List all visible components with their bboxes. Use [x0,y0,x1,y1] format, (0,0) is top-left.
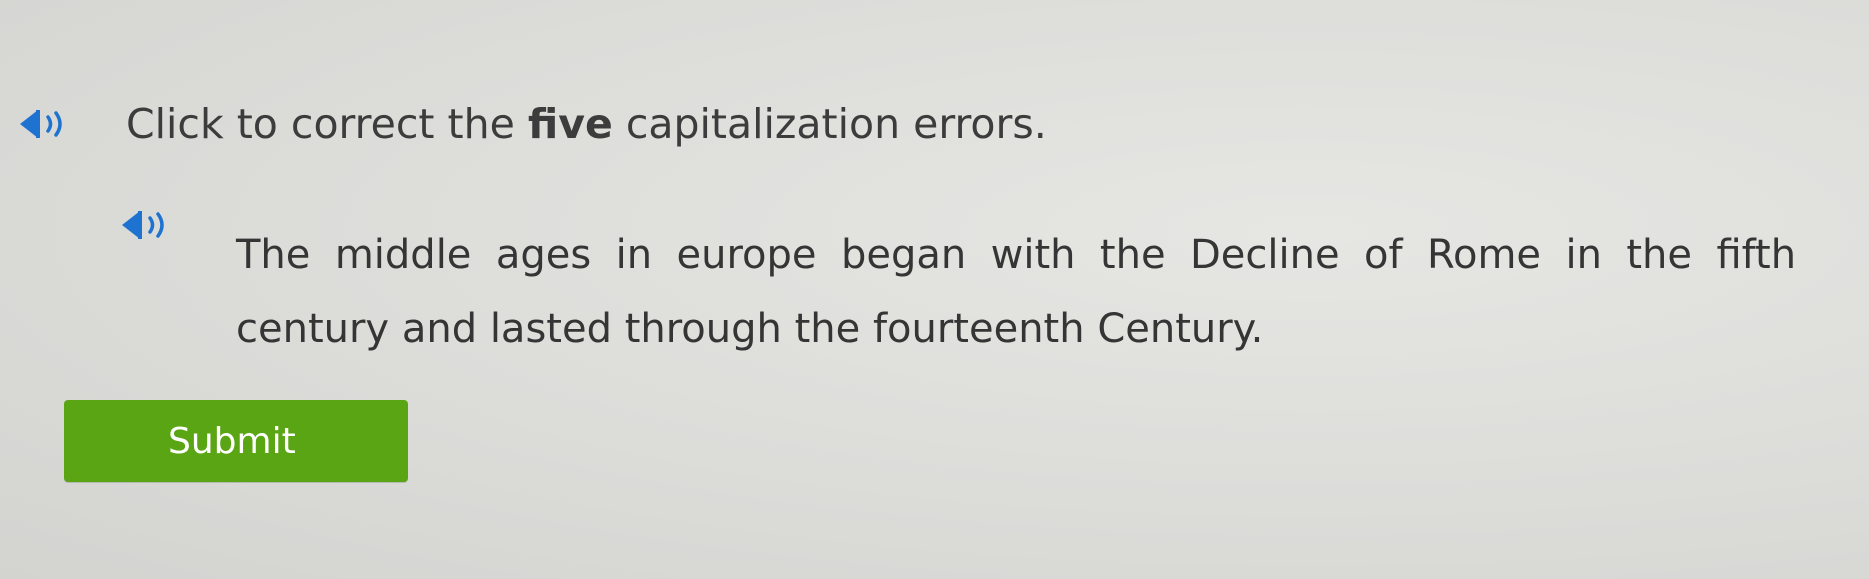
passage-word[interactable]: Rome [1427,232,1541,278]
passage-word[interactable]: in [1565,232,1601,278]
passage-word[interactable]: of [1364,232,1403,278]
passage-word[interactable]: century [236,306,389,352]
passage-word[interactable]: Decline [1190,232,1340,278]
speaker-icon[interactable] [118,205,178,245]
passage-word[interactable]: began [841,232,966,278]
passage-text: The middle ages in europe began with the… [236,218,1796,366]
passage-word[interactable]: in [616,232,652,278]
instruction-suffix: capitalization errors. [612,100,1047,148]
passage-line-1: The middle ages in europe began with the… [236,218,1796,292]
passage-word[interactable]: the [795,306,861,352]
passage-word[interactable]: Century. [1097,306,1263,352]
passage-word[interactable]: europe [677,232,817,278]
submit-button[interactable]: Submit [64,400,408,482]
passage-word[interactable]: lasted [490,306,612,352]
passage-word[interactable]: fourteenth [873,306,1085,352]
passage-word[interactable]: The [236,232,310,278]
passage-line-2: century and lasted through the fourteent… [236,292,1796,366]
passage-word[interactable]: the [1100,232,1166,278]
instruction-text: Click to correct the five capitalization… [126,100,1047,148]
passage-word[interactable]: middle [335,232,472,278]
passage-word[interactable]: the [1626,232,1692,278]
instruction-emphasis: five [527,100,613,148]
passage-word[interactable]: ages [496,232,591,278]
passage-word[interactable]: fifth [1716,232,1796,278]
speaker-icon[interactable] [16,104,76,144]
question-page: Click to correct the five capitalization… [0,0,1869,579]
passage-word[interactable]: through [625,306,782,352]
passage-word[interactable]: and [402,306,477,352]
passage-word[interactable]: with [991,232,1076,278]
instruction-prefix: Click to correct the [126,100,528,148]
